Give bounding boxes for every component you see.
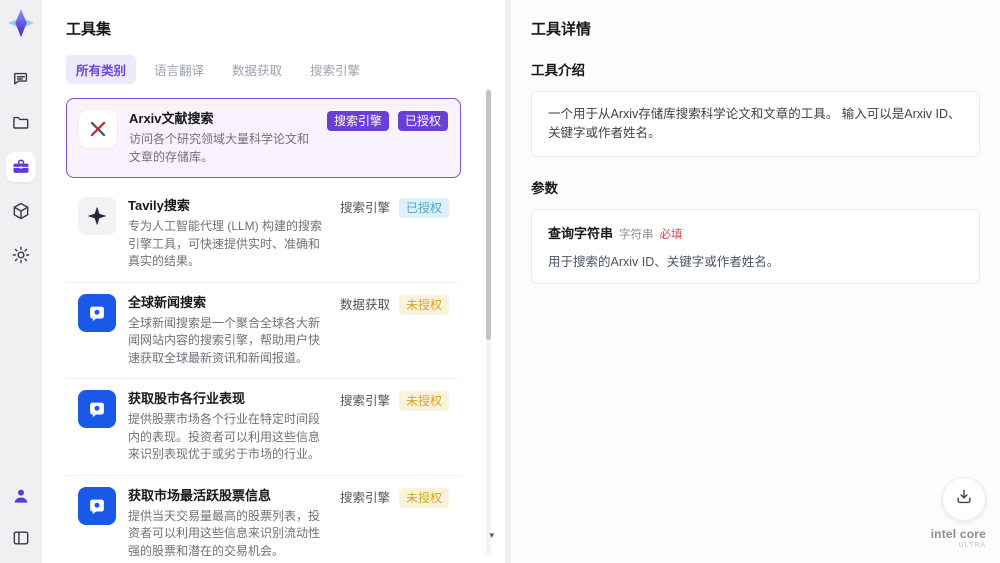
sidebar-item-account[interactable] [6,481,36,511]
app-logo-icon [6,8,36,38]
tool-name: 获取市场最活跃股票信息 [128,487,272,503]
category-tab-3[interactable]: 搜索引擎 [300,55,370,84]
sidebar-item-toolbox[interactable] [6,152,36,182]
tool-list-item[interactable]: Arxiv文献搜索访问各个研究领域大量科学论文和文章的存储库。 搜索引擎 已授权 [66,98,461,178]
download-button[interactable] [942,477,986,521]
tavily-icon [78,197,116,235]
left-sidebar [0,0,42,563]
tool-list-item[interactable]: 获取市场最活跃股票信息提供当天交易量最高的股票列表，投资者可以利用这些信息来识别… [66,475,461,563]
user-icon [11,486,31,506]
tool-description: 访问各个研究领域大量科学论文和文章的存储库。 [129,132,310,164]
toolbox-icon [11,157,31,177]
params-heading: 参数 [531,181,558,196]
param-card: 查询字符串 字符串 必填 用于搜索的Arxiv ID、关键字或作者姓名。 [531,209,980,284]
tool-name: Tavily搜索 [128,198,190,213]
sidebar-item-settings[interactable] [6,240,36,270]
sidebar-item-collapse-sidebar[interactable] [6,523,36,553]
tool-description: 全球新闻搜索是一个聚合全球各大新闻网站内容的搜索引擎，帮助用户快速获取全球最新资… [128,315,321,365]
news-bubble-icon [78,293,116,332]
tool-description: 提供股票市场各个行业在特定时间段内的表现。投资者可以利用这些信息来识别表现优于或… [128,412,321,461]
category-tab-2[interactable]: 数据获取 [222,55,292,84]
tool-list: Arxiv文献搜索 访问各个研究领域大量科学论文和文章的存储库。 搜索引擎 已授权 Ta… [66,98,481,563]
tool-auth-status: 已授权 [397,111,448,131]
param-required-badge: 必填 [659,229,683,241]
param-description: 用于搜索的Arxiv ID、关键字或作者姓名。 [548,255,780,269]
tool-category: 数据获取 [339,297,390,312]
chat-icon [11,69,31,89]
page-title: 工具集 [66,21,112,38]
intro-heading: 工具介绍 [531,63,585,78]
intel-core-watermark: intel core ULTRA [930,527,986,551]
folder-icon [11,113,31,133]
watermark-sub: ULTRA [958,542,986,549]
detail-title: 工具详情 [531,21,592,38]
sidebar-item-plugins[interactable] [6,196,36,226]
tool-description: 提供当天交易量最高的股票列表，投资者可以利用这些信息来识别流动性强的股票和潜在的… [128,508,321,558]
tool-category: 搜索引擎 [339,490,390,505]
tool-name: 全球新闻搜索 [128,294,207,310]
tool-description: 专为人工智能代理 (LLM) 构建的搜索引擎工具，可快速提供实时、准确和真实的结… [128,219,323,268]
param-type: 字符串 [619,229,654,241]
watermark-main: intel core [930,527,986,541]
tool-name: 获取股市各行业表现 [128,391,246,406]
panel-icon [11,528,31,548]
tool-list-item[interactable]: 全球新闻搜索全球新闻搜索是一个聚合全球各大新闻网站内容的搜索引擎，帮助用户快速获… [66,282,461,379]
sidebar-item-chat[interactable] [6,64,36,94]
news-bubble-icon [78,390,116,428]
download-icon [954,487,974,512]
tool-list-item[interactable]: Tavily搜索专为人工智能代理 (LLM) 构建的搜索引擎工具，可快速提供实时… [66,186,461,283]
gear-icon [11,245,31,265]
tool-category: 搜索引擎 [326,111,389,131]
param-name: 查询字符串 [548,226,614,241]
tool-category: 搜索引擎 [339,201,390,215]
tool-auth-status: 未授权 [398,487,449,508]
tool-list-item[interactable]: 获取股市各行业表现提供股票市场各个行业在特定时间段内的表现。投资者可以利用这些信… [66,379,461,476]
tool-auth-status: 未授权 [398,294,449,315]
sidebar-nav [6,64,36,270]
tools-list-panel: 工具集 所有类别 语言翻译 数据获取 搜索引擎 Arxiv文献搜索 访问各个研究领域大量… [42,0,505,563]
arxiv-icon [79,110,117,148]
list-scrollbar-thumb[interactable] [486,90,491,340]
tool-auth-status: 已授权 [398,198,449,218]
tool-category: 搜索引擎 [339,394,390,408]
cube-icon [11,201,31,221]
tool-auth-status: 未授权 [398,391,449,411]
tool-name: Arxiv文献搜索 [129,111,214,126]
tool-detail-panel: 工具详情 工具介绍 一个用于从Arxiv存储库搜索科学论文和文章的工具。 输入可… [505,0,1000,563]
category-tab-0[interactable]: 所有类别 [66,55,137,84]
sidebar-item-folder[interactable] [6,108,36,138]
intro-card: 一个用于从Arxiv存储库搜索科学论文和文章的工具。 输入可以是Arxiv ID… [531,91,980,157]
category-tabs: 所有类别 语言翻译 数据获取 搜索引擎 [66,55,481,84]
news-bubble-icon [78,486,116,525]
list-scrollbar-track[interactable] [486,88,491,555]
intro-text: 一个用于从Arxiv存储库搜索科学论文和文章的工具。 输入可以是Arxiv ID… [548,107,961,140]
scroll-down-arrow-icon[interactable]: ▾ [489,530,494,541]
sidebar-bottom-nav [6,481,36,553]
category-tab-1[interactable]: 语言翻译 [144,55,214,84]
